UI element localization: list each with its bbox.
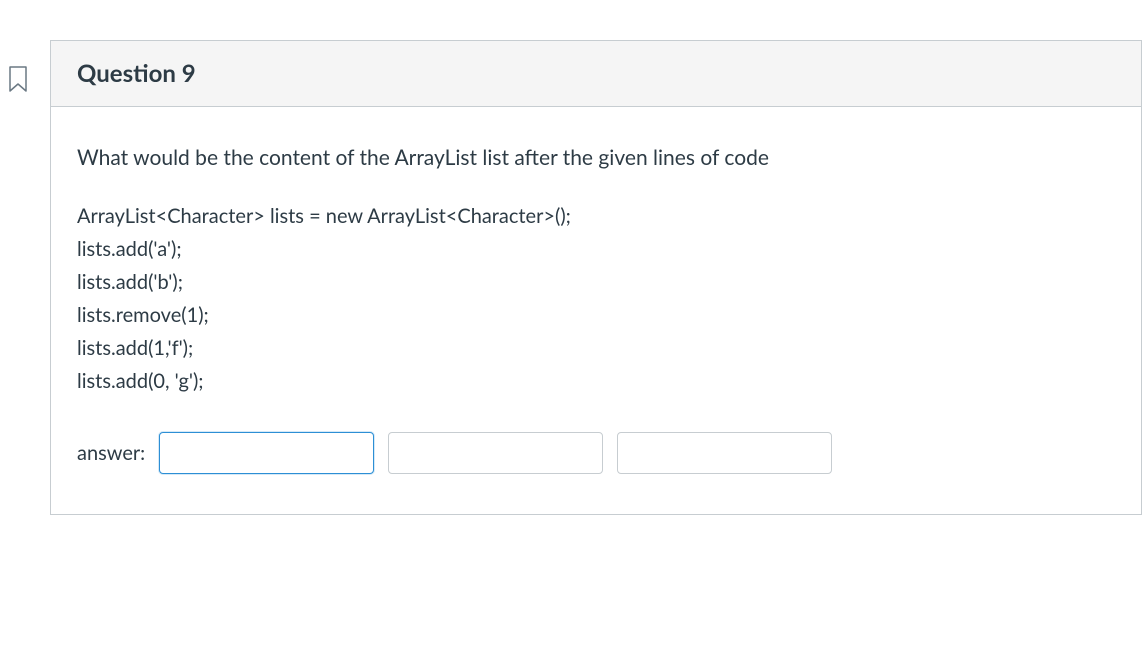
code-line: lists.add('b'); <box>77 266 1115 299</box>
question-title: Question 9 <box>77 59 1115 88</box>
answer-input-2[interactable] <box>388 432 603 474</box>
code-line: ArrayList<Character> lists = new ArrayLi… <box>77 200 1115 233</box>
code-line: lists.add(0, 'g'); <box>77 365 1115 398</box>
answer-label: answer: <box>77 441 145 465</box>
code-line: lists.remove(1); <box>77 299 1115 332</box>
code-line: lists.add(1,'f'); <box>77 332 1115 365</box>
code-block: ArrayList<Character> lists = new ArrayLi… <box>77 200 1115 398</box>
question-card: Question 9 What would be the content of … <box>50 40 1142 515</box>
answer-row: answer: <box>77 432 1115 474</box>
question-body: What would be the content of the ArrayLi… <box>51 107 1141 514</box>
answer-input-1[interactable] <box>159 432 374 474</box>
question-header: Question 9 <box>51 41 1141 107</box>
answer-input-3[interactable] <box>617 432 832 474</box>
question-prompt: What would be the content of the ArrayLi… <box>77 143 1115 172</box>
code-line: lists.add('a'); <box>77 233 1115 266</box>
bookmark-icon[interactable] <box>6 65 30 93</box>
